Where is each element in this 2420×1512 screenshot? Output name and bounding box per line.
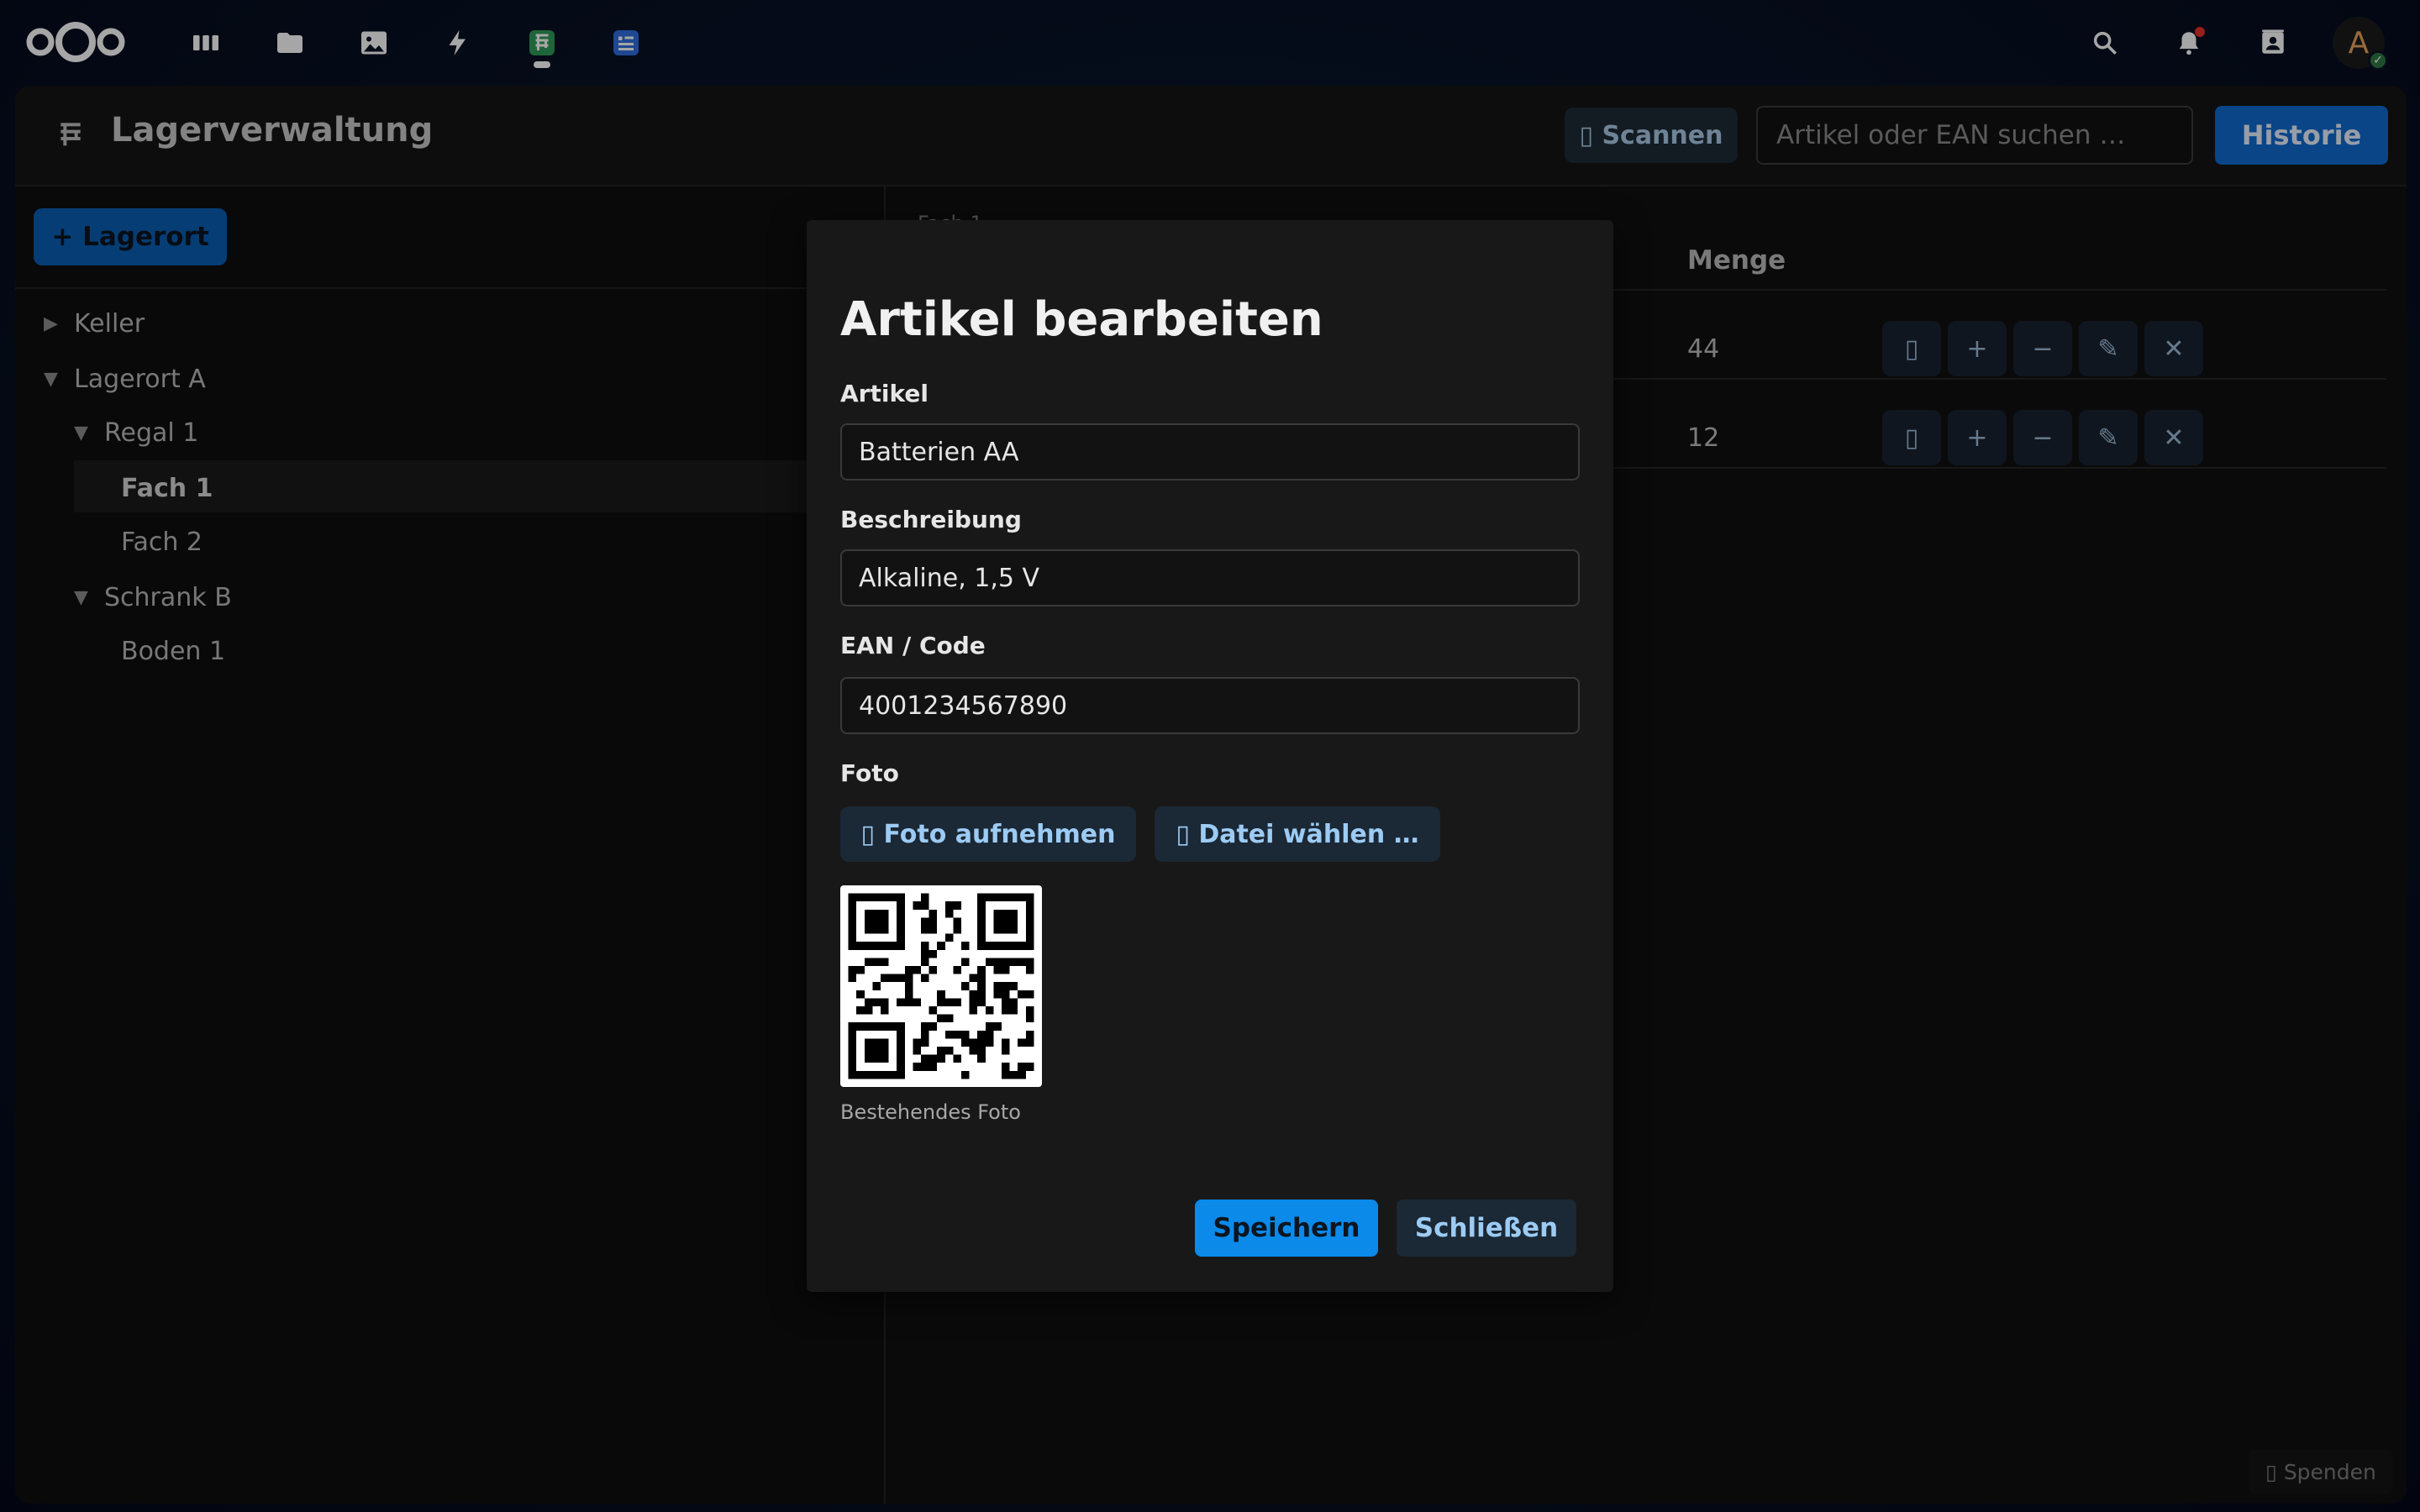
save-button[interactable]: Speichern bbox=[1195, 1200, 1378, 1257]
article-input[interactable]: Batterien AA bbox=[840, 423, 1580, 480]
close-button[interactable]: Schließen bbox=[1397, 1200, 1576, 1257]
existing-photo-thumbnail bbox=[840, 885, 1042, 1087]
description-label: Beschreibung bbox=[840, 506, 1022, 533]
qr-code-image bbox=[848, 893, 1034, 1079]
ean-label: EAN / Code bbox=[840, 632, 986, 659]
ean-input[interactable]: 4001234567890 bbox=[840, 677, 1580, 734]
article-label: Artikel bbox=[840, 380, 929, 407]
photo-caption: Bestehendes Foto bbox=[840, 1100, 1021, 1124]
choose-file-button[interactable]: ▯ Datei wählen … bbox=[1155, 806, 1440, 862]
edit-article-dialog: Artikel bearbeiten Artikel Batterien AA … bbox=[807, 220, 1613, 1292]
description-input[interactable]: Alkaline, 1,5 V bbox=[840, 549, 1580, 606]
dialog-title: Artikel bearbeiten bbox=[840, 292, 1323, 347]
photo-label: Foto bbox=[840, 759, 899, 787]
take-photo-button[interactable]: ▯ Foto aufnehmen bbox=[840, 806, 1136, 862]
